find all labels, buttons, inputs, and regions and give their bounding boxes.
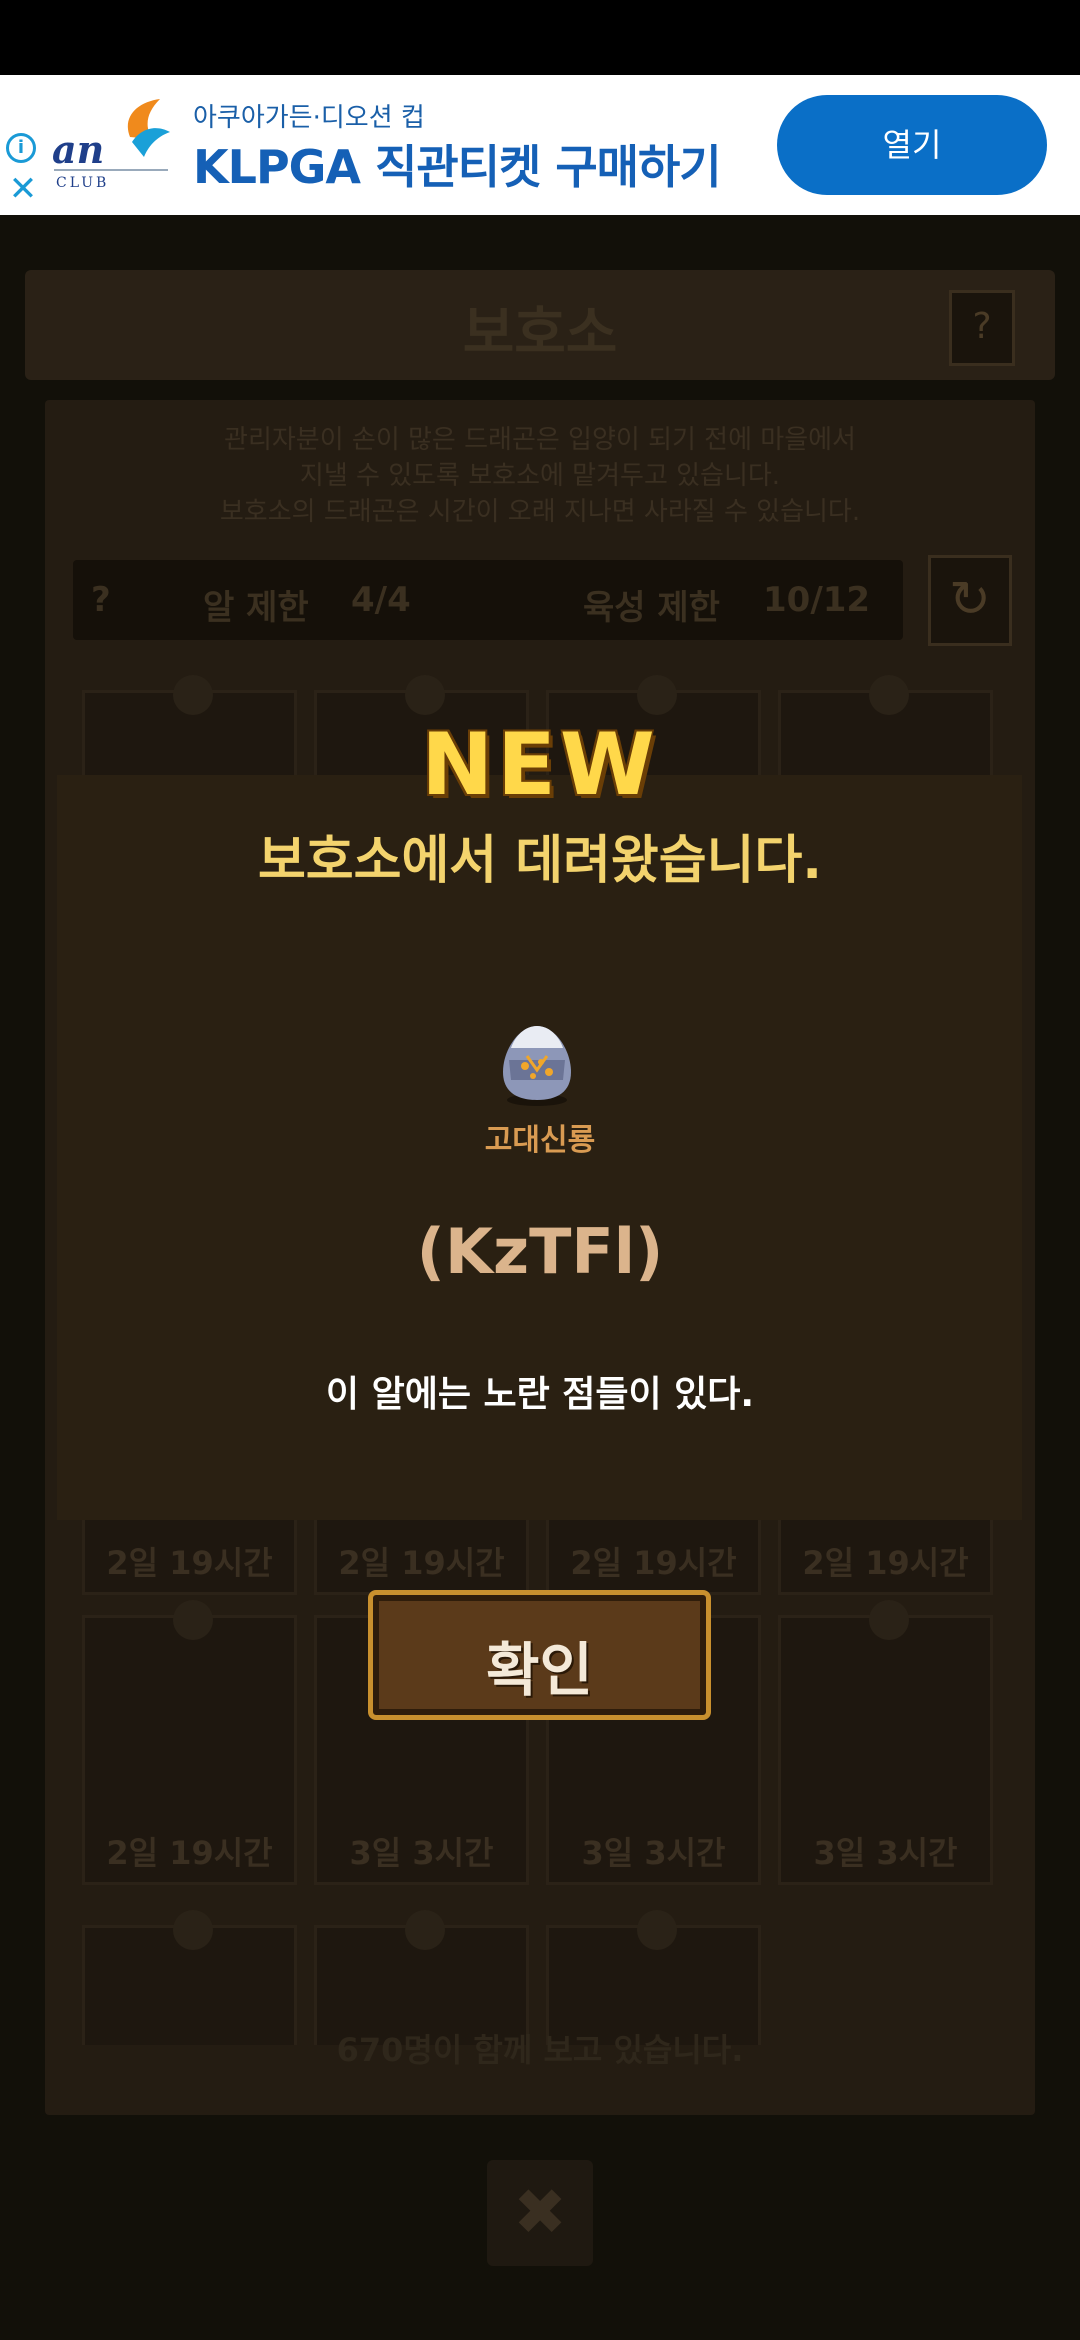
ad-brand-mark: an xyxy=(52,127,105,172)
slot-timer: 2일 19시간 xyxy=(802,1544,969,1582)
egg-limit-value: 4/4 xyxy=(351,580,411,620)
refresh-button[interactable]: ↻ xyxy=(928,555,1012,646)
ad-open-button[interactable]: 열기 xyxy=(777,95,1047,195)
confirm-button-label: 확인 xyxy=(486,1636,593,1704)
watching-count: 670명이 함께 보고 있습니다. xyxy=(336,2031,744,2069)
ad-title[interactable]: KLPGA 직관티켓 구매하기 xyxy=(193,131,722,197)
description-line: 관리자분이 손이 많은 드래곤은 입양이 되기 전에 마을에서 xyxy=(224,425,856,455)
egg-code: (KzTFl) xyxy=(416,1215,664,1288)
new-badge: NEW xyxy=(421,715,659,815)
ad-brand-sub: CLUB xyxy=(56,175,110,191)
egg-slot[interactable]: 2일 19시간 xyxy=(82,1600,297,1885)
slot-knob xyxy=(405,1910,445,1950)
info-icon[interactable]: i xyxy=(6,133,36,163)
egg-slot[interactable]: 3일 3시간 xyxy=(778,1600,993,1885)
egg-description: 이 알에는 노란 점들이 있다. xyxy=(325,1374,755,1415)
slot-timer: 2일 19시간 xyxy=(338,1544,505,1582)
slot-timer: 2일 19시간 xyxy=(106,1544,273,1582)
ad-subtitle: 아쿠아가든·디오션 컵 xyxy=(193,103,425,133)
slot-knob xyxy=(637,1910,677,1950)
description-line: 지낼 수 있도록 보호소에 맡겨두고 있습니다. xyxy=(299,461,781,491)
status-bar xyxy=(0,0,1080,75)
slot-knob xyxy=(173,1910,213,1950)
egg-limit-label: 알 제한 xyxy=(203,588,309,628)
shelter-description: 관리자분이 손이 많은 드래곤은 입양이 되기 전에 마을에서 지낼 수 있도록… xyxy=(45,422,1035,530)
confirm-button[interactable]: 확인 xyxy=(368,1590,711,1720)
page-title: 보호소 xyxy=(462,301,618,366)
egg-name: 고대신룡 xyxy=(484,1123,596,1158)
close-button[interactable]: ✖ xyxy=(487,2160,593,2266)
ad-logo: an CLUB xyxy=(52,97,172,197)
close-icon[interactable]: ✕ xyxy=(8,172,38,206)
slot-knob xyxy=(637,675,677,715)
slot-knob xyxy=(173,675,213,715)
limit-bar: ? 알 제한 4/4 육성 제한 10/12 xyxy=(73,560,903,640)
slot-timer: 2일 19시간 xyxy=(570,1544,737,1582)
slot-timer: 3일 3시간 xyxy=(581,1834,726,1872)
slot-knob xyxy=(869,1600,909,1640)
ancient-dragon-egg-icon xyxy=(503,1026,571,1106)
slot-knob xyxy=(173,1600,213,1640)
raise-limit-label: 육성 제한 xyxy=(583,588,720,628)
raise-limit-value: 10/12 xyxy=(763,580,871,620)
slot-knob xyxy=(869,675,909,715)
slot-knob xyxy=(405,675,445,715)
ad-banner[interactable]: i ✕ an CLUB 아쿠아가든·디오션 컵 KLPGA 직관티켓 구매하기 … xyxy=(0,75,1080,215)
title-bar: 보호소 ? xyxy=(25,270,1055,380)
help-button[interactable]: ? xyxy=(949,290,1015,366)
slot-timer: 2일 19시간 xyxy=(106,1834,273,1872)
ad-logo-divider xyxy=(54,169,168,171)
popup-heading: 보호소에서 데려왔습니다. xyxy=(257,831,823,891)
description-line: 보호소의 드래곤은 시간이 오래 지나면 사라질 수 있습니다. xyxy=(219,497,861,527)
slot-timer: 3일 3시간 xyxy=(349,1834,494,1872)
slot-timer: 3일 3시간 xyxy=(813,1834,958,1872)
limit-help-icon[interactable]: ? xyxy=(91,580,111,620)
